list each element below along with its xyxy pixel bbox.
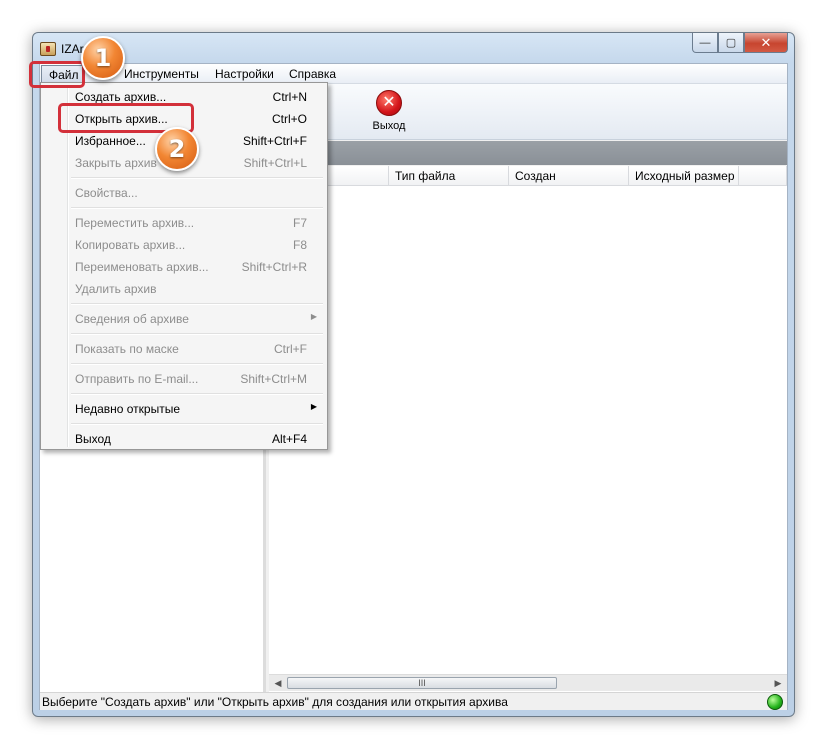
menu-item-delete-archive: Удалить архив [75, 282, 157, 296]
menu-tools[interactable]: Инструменты [124, 67, 199, 81]
toolbar-exit-button[interactable]: ✕ Выход [364, 90, 414, 132]
scrollbar-grip-icon: III [418, 678, 426, 688]
column-header-type[interactable]: Тип файла [389, 166, 509, 186]
status-bar: Выберите "Создать архив" или "Открыть ар… [40, 692, 787, 710]
exit-icon: ✕ [376, 90, 402, 116]
scrollbar-thumb[interactable]: III [287, 677, 557, 689]
menu-separator [71, 303, 323, 305]
menu-item-show-by-mask: Показать по маске Ctrl+F [75, 342, 307, 356]
menu-item-archive-info: Сведения об архиве ▶ [75, 312, 317, 326]
app-icon [40, 42, 56, 56]
menu-separator [71, 393, 323, 395]
menu-item-create-archive[interactable]: Создать архив... Ctrl+N [43, 86, 325, 108]
menu-separator [71, 177, 323, 179]
status-indicator-icon [767, 694, 783, 710]
menu-separator [71, 333, 323, 335]
menu-item-recent[interactable]: Недавно открытые ▶ [43, 398, 325, 420]
menu-item-rename-archive: Переименовать архив... Shift+Ctrl+R [75, 260, 307, 274]
menu-item-send-email: Отправить по E-mail... Shift+Ctrl+M [75, 372, 307, 386]
menu-bar: Файл Инструменты Настройки Справка [40, 64, 787, 84]
menu-item-exit[interactable]: Выход Alt+F4 [43, 428, 325, 450]
file-list-pane[interactable]: Тип файла Создан Исходный размер [269, 166, 787, 693]
menu-item-open-archive[interactable]: Открыть архив... Ctrl+O [43, 108, 325, 130]
menu-separator [71, 363, 323, 365]
menu-file[interactable]: Файл [41, 65, 85, 83]
toolbar-exit-label: Выход [372, 120, 406, 132]
status-text: Выберите "Создать архив" или "Открыть ар… [42, 695, 508, 709]
menu-item-properties: Свойства... [75, 186, 138, 200]
horizontal-scrollbar[interactable]: ◀ III ▶ [269, 674, 787, 691]
minimize-icon: — [699, 36, 711, 49]
submenu-arrow-icon: ▶ [310, 402, 317, 411]
step-badge-1: 1 [81, 36, 125, 80]
menu-item-copy-archive: Копировать архив... F8 [75, 238, 307, 252]
column-header-created[interactable]: Создан [509, 166, 629, 186]
caption-buttons: — ▢ ✕ [692, 33, 788, 53]
scroll-left-icon[interactable]: ◀ [270, 676, 286, 690]
menu-separator [71, 423, 323, 425]
column-header-original-size[interactable]: Исходный размер [629, 166, 739, 186]
menu-item-move-archive: Переместить архив... F7 [75, 216, 307, 230]
close-icon: ✕ [760, 34, 772, 50]
menu-help[interactable]: Справка [289, 67, 336, 81]
menu-separator [71, 207, 323, 209]
scroll-right-icon[interactable]: ▶ [770, 676, 786, 690]
submenu-arrow-icon: ▶ [310, 312, 317, 321]
step-badge-2: 2 [155, 127, 199, 171]
menu-settings[interactable]: Настройки [215, 67, 274, 81]
maximize-button[interactable]: ▢ [718, 33, 744, 53]
minimize-button[interactable]: — [692, 33, 718, 53]
close-button[interactable]: ✕ [744, 33, 788, 53]
column-header-extra[interactable] [739, 166, 787, 186]
maximize-icon: ▢ [725, 37, 737, 49]
title-bar: IZAr — ▢ ✕ [33, 33, 794, 63]
